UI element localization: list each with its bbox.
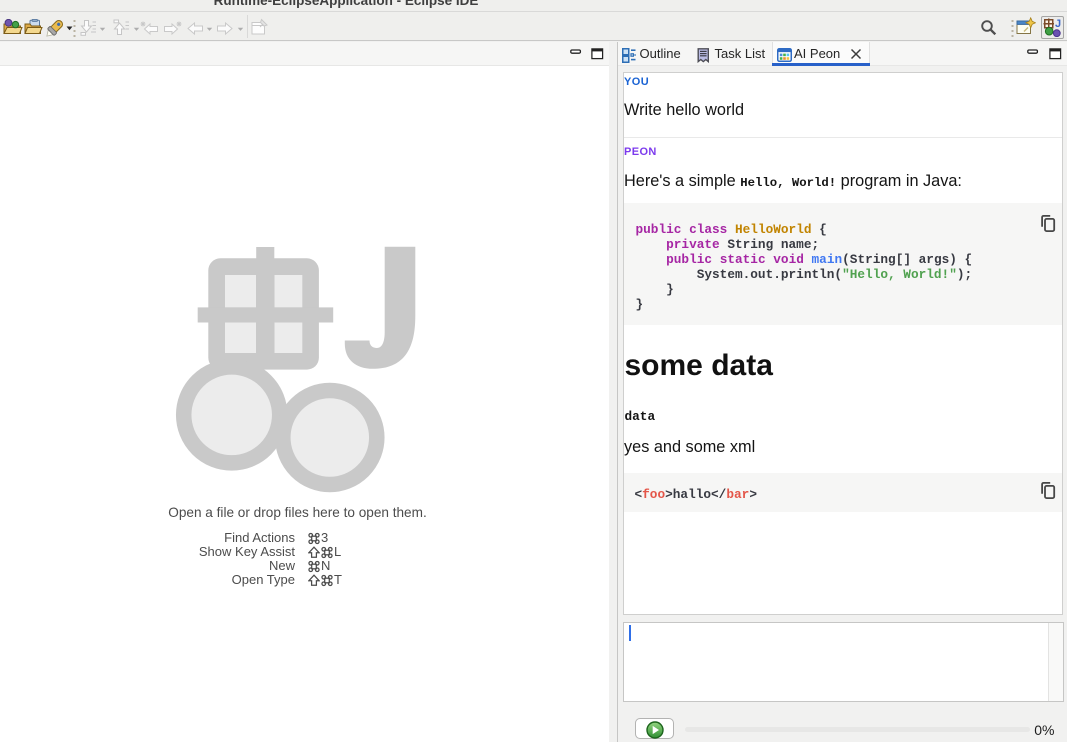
svg-text:J: J (1055, 18, 1061, 30)
